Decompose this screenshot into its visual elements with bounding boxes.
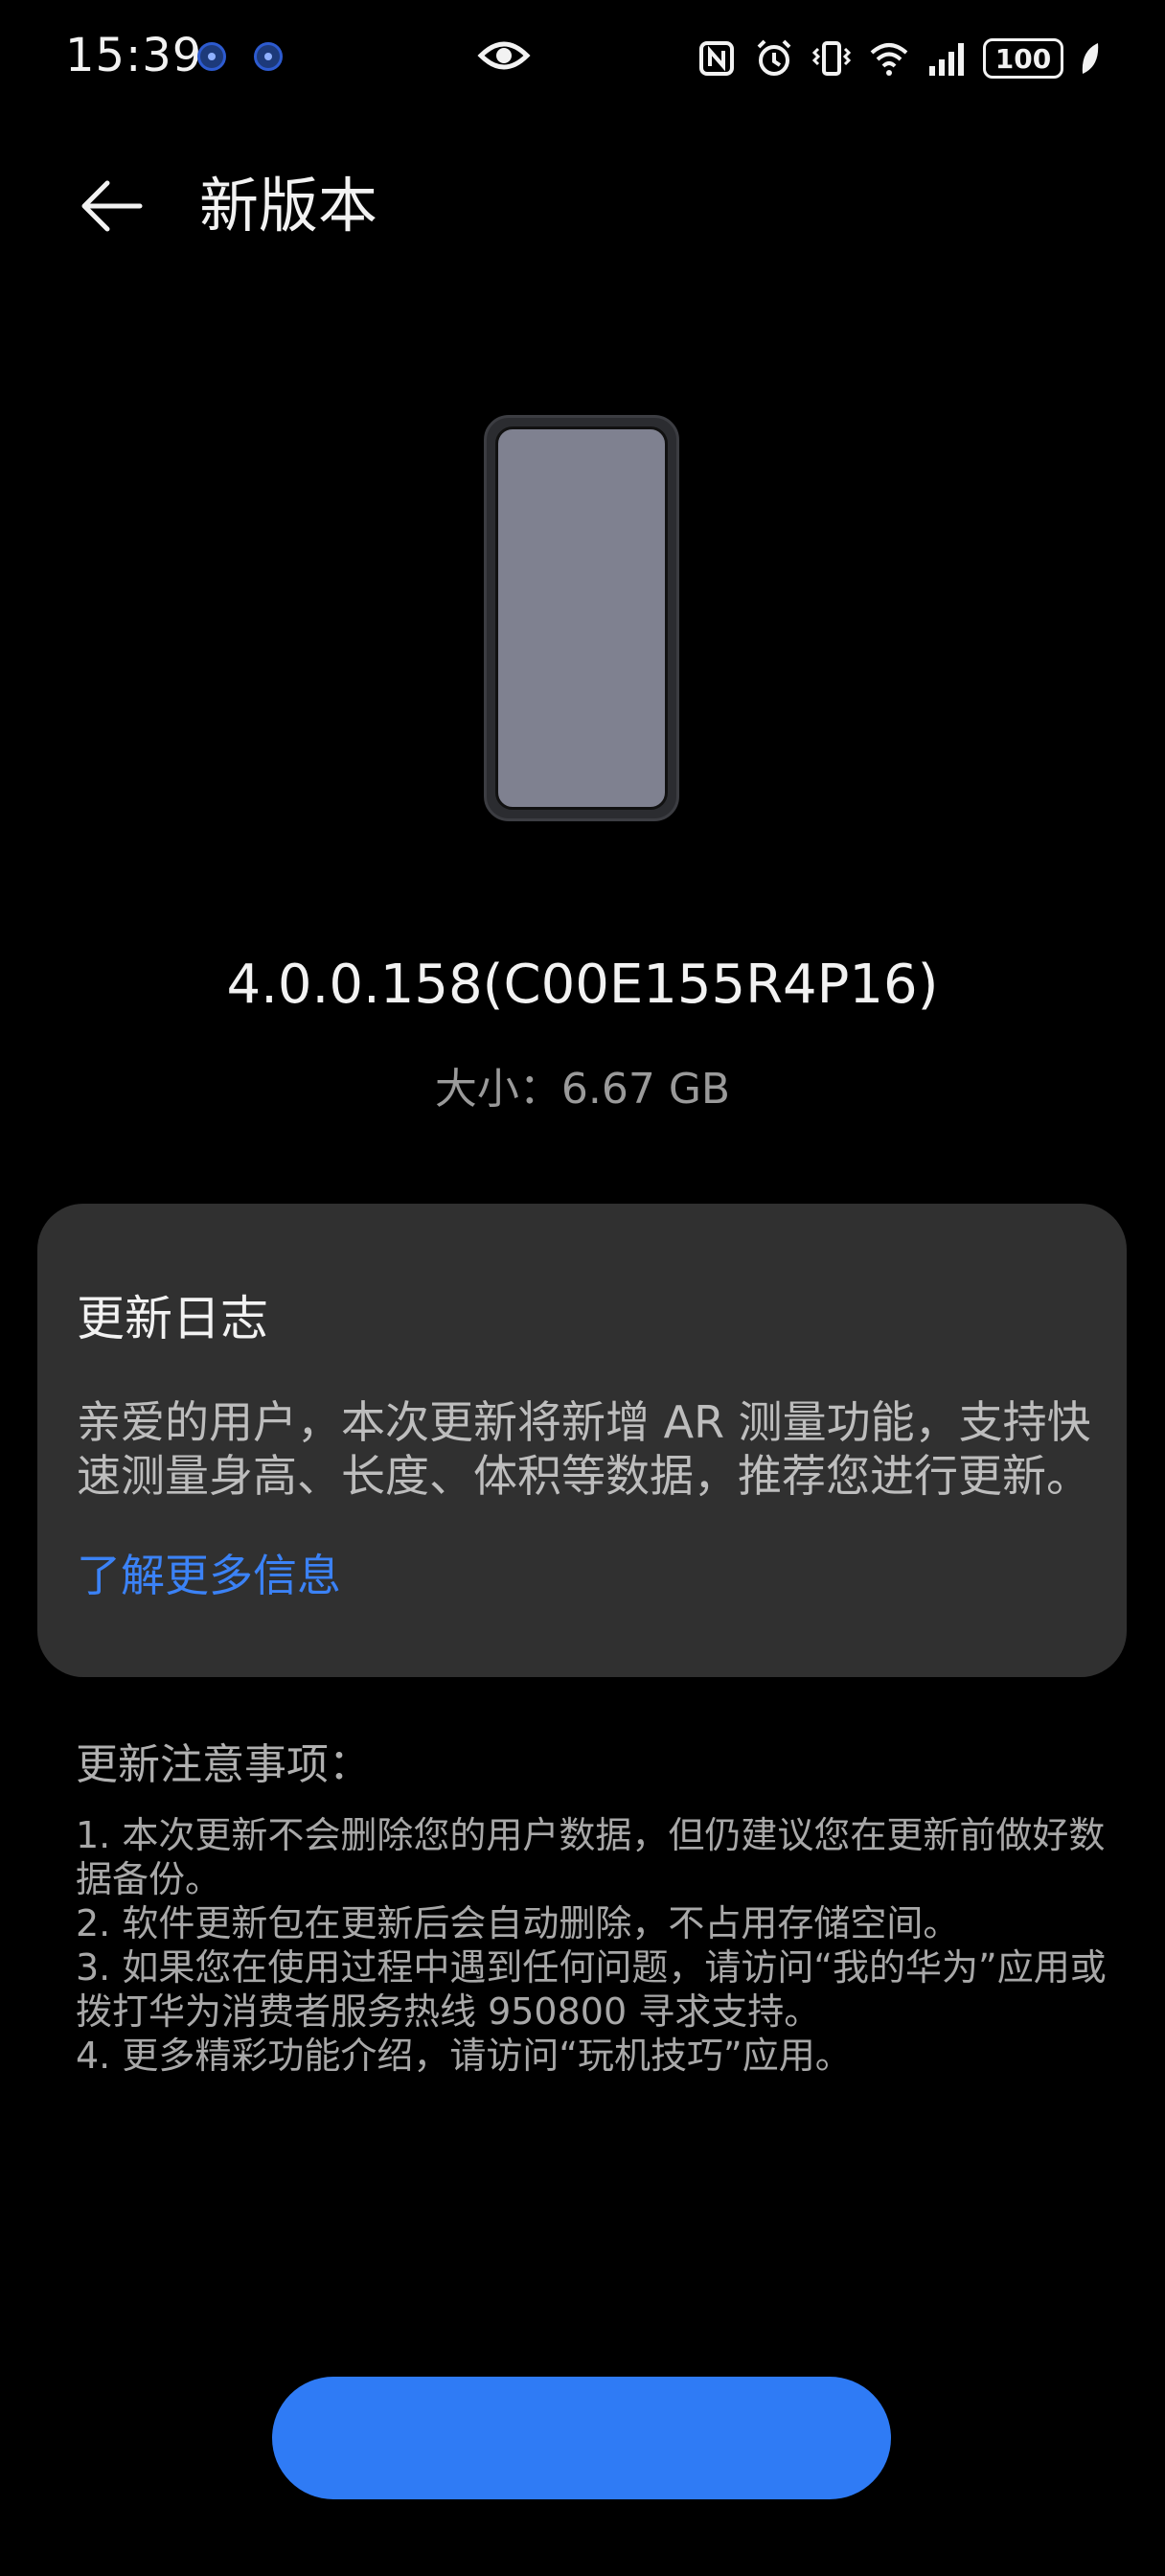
- changelog-body: 亲爱的用户，本次更新将新增 AR 测量功能，支持快速测量身高、长度、体积等数据，…: [77, 1396, 1091, 1502]
- note-item: 3. 如果您在使用过程中遇到任何问题，请访问“我的华为”应用或拨打华为消费者服务…: [76, 1946, 1107, 2033]
- alarm-icon: [757, 39, 791, 76]
- size-value: 6.67 GB: [560, 1065, 731, 1114]
- changelog-title: 更新日志: [77, 1291, 268, 1346]
- eye-comfort-icon: [477, 41, 531, 70]
- version-number: 4.0.0.158(C00E155R4P16): [226, 954, 939, 1016]
- battery-level: 100: [994, 42, 1052, 75]
- install-button[interactable]: [272, 2377, 891, 2499]
- nfc-icon: [699, 41, 734, 76]
- note-item: 1. 本次更新不会删除您的用户数据，但仍建议您在更新前做好数据备份。: [76, 1814, 1106, 1900]
- note-item: 2. 软件更新包在更新后会自动删除，不占用存储空间。: [76, 1902, 960, 1944]
- changelog-card: 更新日志 亲爱的用户，本次更新将新增 AR 测量功能，支持快速测量身高、长度、体…: [37, 1204, 1127, 1677]
- status-bar: 15:39 100: [0, 0, 1165, 115]
- arrow-left-icon: [81, 180, 143, 232]
- leaf-icon: [1082, 43, 1099, 74]
- notification-icon: [254, 42, 283, 71]
- status-time: 15:39: [65, 29, 203, 82]
- size-label: 大小：: [434, 1065, 561, 1114]
- learn-more-link[interactable]: 了解更多信息: [77, 1541, 341, 1604]
- status-icons: 100: [696, 33, 1102, 84]
- notes-list: 1. 本次更新不会删除您的用户数据，但仍建议您在更新前做好数据备份。 2. 软件…: [76, 1813, 1110, 2078]
- battery-icon: 100: [983, 38, 1063, 79]
- wifi-icon: [870, 43, 908, 76]
- page-title: 新版本: [199, 171, 378, 241]
- signal-icon: [929, 43, 964, 76]
- notification-icon: [197, 42, 226, 71]
- device-screen: [495, 426, 668, 810]
- notes-title: 更新注意事项：: [76, 1740, 371, 1789]
- device-illustration: [484, 415, 679, 821]
- update-size: 大小：6.67 GB: [0, 1054, 1165, 1116]
- vibrate-icon: [811, 41, 852, 76]
- note-item: 4. 更多精彩功能介绍，请访问“玩机技巧”应用。: [76, 2035, 852, 2077]
- back-button[interactable]: [67, 163, 153, 249]
